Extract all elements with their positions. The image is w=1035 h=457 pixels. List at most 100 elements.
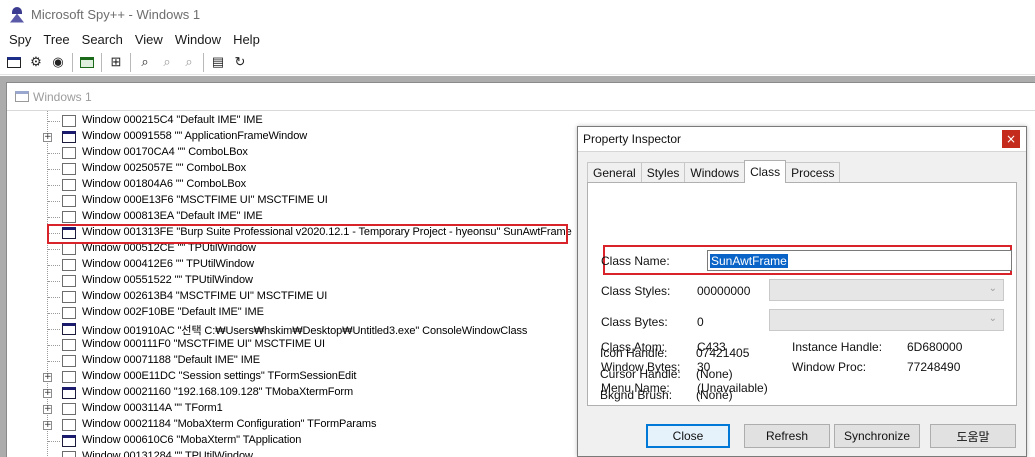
tree-row-label: Window 00021184 "MobaXterm Configuration…	[82, 418, 377, 430]
tree-row-label: Window 00131284 "" TPUtilWindow	[82, 450, 253, 457]
find-window-icon[interactable]: ⊞	[105, 51, 127, 73]
find-icon[interactable]: ⌕	[134, 51, 156, 73]
menu-view[interactable]: View	[129, 32, 169, 47]
tree-row-label: Window 000E13F6 "MSCTFIME UI" MSCTFIME U…	[82, 194, 328, 206]
menu-spy[interactable]: Spy	[3, 32, 37, 47]
find-prev-icon[interactable]: ⌕	[178, 51, 200, 73]
expand-icon[interactable]: +	[43, 133, 52, 142]
child-title-bar: Windows 1	[7, 83, 1035, 111]
window-icon	[62, 195, 76, 207]
window-icon	[62, 339, 76, 351]
dialog-title: Property Inspector	[583, 132, 682, 146]
expand-icon[interactable]: +	[43, 389, 52, 398]
icon-handle-label: Icon Handle:	[600, 346, 668, 360]
tab-windows[interactable]: Windows	[684, 162, 746, 182]
window-icon	[62, 403, 76, 415]
tree-row-label: Window 00021160 "192.168.109.128" TMobaX…	[82, 386, 354, 398]
bkgnd-brush-value: (None)	[696, 388, 733, 402]
properties-icon[interactable]: ▤	[207, 51, 229, 73]
spy-app-icon	[10, 6, 24, 23]
tree-connector	[48, 185, 60, 186]
tab-class[interactable]: Class	[744, 160, 787, 183]
toolbar: ⚙ ◉ ⊞ ⌕ ⌕ ⌕ ▤ ↻	[0, 50, 1035, 75]
expand-icon[interactable]: +	[43, 405, 52, 414]
tree-connector	[48, 153, 60, 154]
window-icon	[62, 435, 76, 447]
tree-row-label: Window 001804A6 "" ComboLBox	[82, 178, 246, 190]
toolbar-separator	[72, 52, 73, 72]
processes-icon[interactable]: ⚙	[25, 51, 47, 73]
menu-window[interactable]: Window	[169, 32, 227, 47]
tree-row-label: Window 00071188 "Default IME" IME	[82, 354, 260, 366]
tree-connector	[48, 345, 60, 346]
find-next-icon[interactable]: ⌕	[156, 51, 178, 73]
help-button[interactable]: 도움말	[930, 424, 1016, 448]
window-icon	[62, 115, 76, 127]
toolbar-separator	[101, 52, 102, 72]
refresh-icon[interactable]: ↻	[229, 51, 251, 73]
child-title: Windows 1	[33, 89, 92, 104]
menu-tree[interactable]: Tree	[37, 32, 75, 47]
menu-help[interactable]: Help	[227, 32, 266, 47]
instance-handle-value: 6D680000	[907, 340, 963, 354]
class-name-label: Class Name:	[601, 254, 670, 268]
refresh-button[interactable]: Refresh	[744, 424, 830, 448]
tree-row-label: Window 000215C4 "Default IME" IME	[82, 114, 263, 126]
tab-styles[interactable]: Styles	[640, 162, 686, 182]
bkgnd-brush-label: Bkgnd Brush:	[600, 388, 673, 402]
messages-icon[interactable]	[76, 51, 98, 73]
menu-bar: Spy Tree Search View Window Help	[0, 29, 1035, 50]
dialog-title-bar: Property Inspector	[578, 127, 1026, 152]
chevron-down-icon: ⌄	[988, 283, 997, 294]
tab-general[interactable]: General	[587, 162, 642, 182]
tab-process[interactable]: Process	[785, 162, 841, 182]
class-name-field[interactable]: SunAwtFrame	[707, 250, 1012, 271]
class-styles-label: Class Styles:	[601, 284, 671, 298]
synchronize-button[interactable]: Synchronize	[834, 424, 920, 448]
window-icon	[62, 419, 76, 431]
window-icon	[62, 275, 76, 287]
tree-row-label: Window 001910AC "선택 C:₩Users₩hskim₩Deskt…	[82, 325, 528, 337]
close-icon[interactable]: ×	[1002, 130, 1020, 148]
tree-row-label: Window 00170CA4 "" ComboLBox	[82, 146, 248, 158]
tree-connector	[48, 441, 60, 442]
window-icon	[62, 147, 76, 159]
expand-icon[interactable]: +	[43, 373, 52, 382]
tree-connector	[48, 281, 60, 282]
window-icon	[62, 323, 76, 335]
tree-row-label: Window 000610C6 "MobaXterm" TApplication	[82, 434, 302, 446]
window-icon	[62, 243, 76, 255]
class-styles-combo[interactable]: ⌄	[769, 279, 1004, 301]
cursor-handle-value: (None)	[696, 367, 733, 381]
window-icon	[62, 371, 76, 383]
class-styles-value: 00000000	[697, 284, 751, 298]
tab-strip: General Styles Windows Class Process	[587, 160, 841, 183]
tree-connector	[48, 201, 60, 202]
property-inspector-dialog: Property Inspector × General Styles Wind…	[577, 126, 1027, 457]
tree-row-label: Window 00551522 "" TPUtilWindow	[82, 274, 253, 286]
tree-connector	[48, 217, 60, 218]
tree-connector	[48, 297, 60, 298]
window-icon	[62, 131, 76, 143]
window-icon	[62, 291, 76, 303]
tree-row-label: Window 000813EA "Default IME" IME	[82, 210, 263, 222]
window-icon	[62, 387, 76, 399]
chevron-down-icon: ⌄	[988, 313, 997, 324]
tree-row-label: Window 002F10BE "Default IME" IME	[82, 306, 264, 318]
close-button[interactable]: Close	[646, 424, 730, 448]
tree-row-label: Window 000412E6 "" TPUtilWindow	[82, 258, 255, 270]
tree-connector	[48, 169, 60, 170]
instance-handle-label: Instance Handle:	[792, 340, 883, 354]
class-bytes-value: 0	[697, 315, 704, 329]
expand-icon[interactable]: +	[43, 421, 52, 430]
class-bytes-combo[interactable]: ⌄	[769, 309, 1004, 331]
menu-search[interactable]: Search	[76, 32, 129, 47]
window-title: Microsoft Spy++ - Windows 1	[31, 7, 201, 22]
threads-icon[interactable]: ◉	[47, 51, 69, 73]
tree-row-label: Window 0003114A "" TForm1	[82, 402, 223, 414]
cursor-handle-label: Cursor Handle:	[600, 367, 681, 381]
class-bytes-label: Class Bytes:	[601, 315, 668, 329]
window-icon	[62, 355, 76, 367]
window-list-icon[interactable]	[3, 51, 25, 73]
window-icon	[62, 307, 76, 319]
